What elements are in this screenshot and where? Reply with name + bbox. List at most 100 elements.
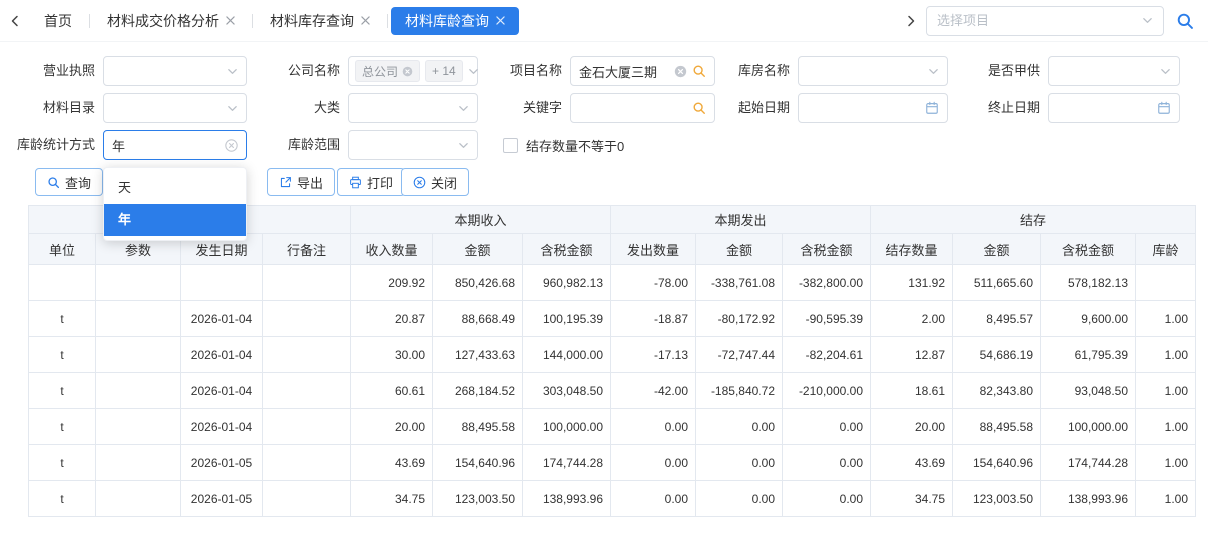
start-date-input[interactable]: [807, 101, 920, 116]
tab-separator: [252, 14, 253, 28]
tab-home[interactable]: 首页: [30, 7, 86, 35]
table-cell: 131.92: [871, 265, 953, 301]
table-row[interactable]: t2026-01-0543.69154,640.96174,744.280.00…: [29, 445, 1196, 481]
start-date-label: 起始日期: [710, 93, 790, 123]
export-button-label: 导出: [297, 173, 323, 192]
keyword-input[interactable]: [579, 101, 687, 116]
project-picker-select[interactable]: [926, 6, 1164, 36]
table-cell: t: [29, 409, 96, 445]
tabs-scroll-left-button[interactable]: [0, 0, 30, 42]
table-cell: 0.00: [783, 481, 871, 517]
aging-range-select[interactable]: [348, 130, 478, 160]
column-header-balance-tax-amount: 含税金额: [1041, 234, 1136, 265]
search-icon[interactable]: [692, 101, 706, 115]
table-row[interactable]: t2026-01-0420.8788,668.49100,195.39-18.8…: [29, 301, 1196, 337]
search-icon[interactable]: [1176, 12, 1194, 30]
print-button[interactable]: 打印: [337, 168, 405, 196]
query-button-label: 查询: [65, 173, 91, 192]
dropdown-option-day[interactable]: 天: [104, 172, 246, 204]
company-name-select[interactable]: 总公司 + 14: [348, 56, 478, 86]
aging-method-input-field[interactable]: [103, 130, 247, 160]
table-cell: 123,003.50: [953, 481, 1041, 517]
keyword-label: 关键字: [482, 93, 562, 123]
table-cell: -185,840.72: [696, 373, 783, 409]
table-cell: 1.00: [1136, 337, 1196, 373]
table-cell: 209.92: [351, 265, 433, 301]
clear-icon[interactable]: [225, 139, 238, 152]
major-category-label: 大类: [260, 93, 340, 123]
table-cell: -210,000.00: [783, 373, 871, 409]
table-cell: 1.00: [1136, 301, 1196, 337]
nonzero-balance-checkbox-wrap[interactable]: 结存数量不等于0: [503, 130, 624, 160]
column-header-issue-qty: 发出数量: [611, 234, 696, 265]
close-icon[interactable]: [496, 16, 505, 25]
close-button[interactable]: 关闭: [401, 168, 469, 196]
table-cell: 2.00: [871, 301, 953, 337]
table-cell: 88,668.49: [433, 301, 523, 337]
dropdown-option-year[interactable]: 年: [104, 204, 246, 236]
company-more-tag: + 14: [425, 60, 463, 82]
tab-separator: [387, 14, 388, 28]
company-name-label: 公司名称: [260, 56, 340, 86]
company-tag-label: 总公司: [362, 63, 398, 80]
calendar-icon[interactable]: [1157, 101, 1171, 115]
column-header-issue-tax-amount: 含税金额: [783, 234, 871, 265]
business-license-select[interactable]: [103, 56, 247, 86]
keyword-field[interactable]: [570, 93, 715, 123]
column-header-income-amount: 金额: [433, 234, 523, 265]
table-cell: 0.00: [611, 409, 696, 445]
table-row[interactable]: t2026-01-0430.00127,433.63144,000.00-17.…: [29, 337, 1196, 373]
table-cell: [263, 301, 351, 337]
table-cell: 0.00: [783, 409, 871, 445]
end-date-input[interactable]: [1057, 101, 1152, 116]
project-picker-input[interactable]: [937, 13, 1136, 28]
table-cell: 60.61: [351, 373, 433, 409]
search-icon[interactable]: [692, 64, 706, 78]
table-cell: 850,426.68: [433, 265, 523, 301]
group-header-income: 本期收入: [351, 206, 611, 234]
warehouse-name-select[interactable]: [798, 56, 948, 86]
tab-material-inventory-query[interactable]: 材料库存查询: [256, 7, 384, 35]
owner-supplied-select[interactable]: [1048, 56, 1180, 86]
tab-label: 材料库龄查询: [405, 11, 489, 31]
close-icon[interactable]: [226, 16, 235, 25]
printer-icon: [349, 176, 362, 189]
column-header-aging: 库龄: [1136, 234, 1196, 265]
table-cell: -18.87: [611, 301, 696, 337]
table-cell: -42.00: [611, 373, 696, 409]
query-button[interactable]: 查询: [35, 168, 103, 196]
table-cell: 0.00: [611, 481, 696, 517]
table-row[interactable]: t2026-01-0420.0088,495.58100,000.000.000…: [29, 409, 1196, 445]
tab-material-price-analysis[interactable]: 材料成交价格分析: [93, 7, 249, 35]
project-name-field[interactable]: [570, 56, 715, 86]
table-cell: [96, 265, 181, 301]
table-cell: 1.00: [1136, 445, 1196, 481]
export-button[interactable]: 导出: [267, 168, 335, 196]
calendar-icon[interactable]: [925, 101, 939, 115]
table-row[interactable]: t2026-01-0534.75123,003.50138,993.960.00…: [29, 481, 1196, 517]
material-catalog-select[interactable]: [103, 93, 247, 123]
clear-icon[interactable]: [674, 65, 687, 78]
table-row[interactable]: t2026-01-0460.61268,184.52303,048.50-42.…: [29, 373, 1196, 409]
major-category-select[interactable]: [348, 93, 478, 123]
table-row[interactable]: 209.92850,426.68960,982.13-78.00-338,761…: [29, 265, 1196, 301]
start-date-picker[interactable]: [798, 93, 948, 123]
table-cell: 18.61: [871, 373, 953, 409]
chevron-down-icon: [1142, 15, 1153, 26]
nonzero-balance-label: 结存数量不等于0: [526, 136, 624, 155]
table-cell: 2026-01-04: [181, 301, 263, 337]
aging-method-input[interactable]: [112, 138, 220, 153]
tabs-scroll-right-button[interactable]: [896, 0, 926, 42]
end-date-picker[interactable]: [1048, 93, 1180, 123]
warehouse-name-label: 库房名称: [710, 56, 790, 86]
nonzero-balance-checkbox[interactable]: [503, 138, 518, 153]
table-cell: 2026-01-04: [181, 409, 263, 445]
tag-close-icon[interactable]: [402, 66, 413, 77]
table-cell: -72,747.44: [696, 337, 783, 373]
close-icon[interactable]: [361, 16, 370, 25]
table-cell: 127,433.63: [433, 337, 523, 373]
tab-label: 首页: [44, 11, 72, 31]
project-name-input[interactable]: [579, 64, 669, 79]
table-cell: 0.00: [696, 409, 783, 445]
tab-material-aging-query[interactable]: 材料库龄查询: [391, 7, 519, 35]
